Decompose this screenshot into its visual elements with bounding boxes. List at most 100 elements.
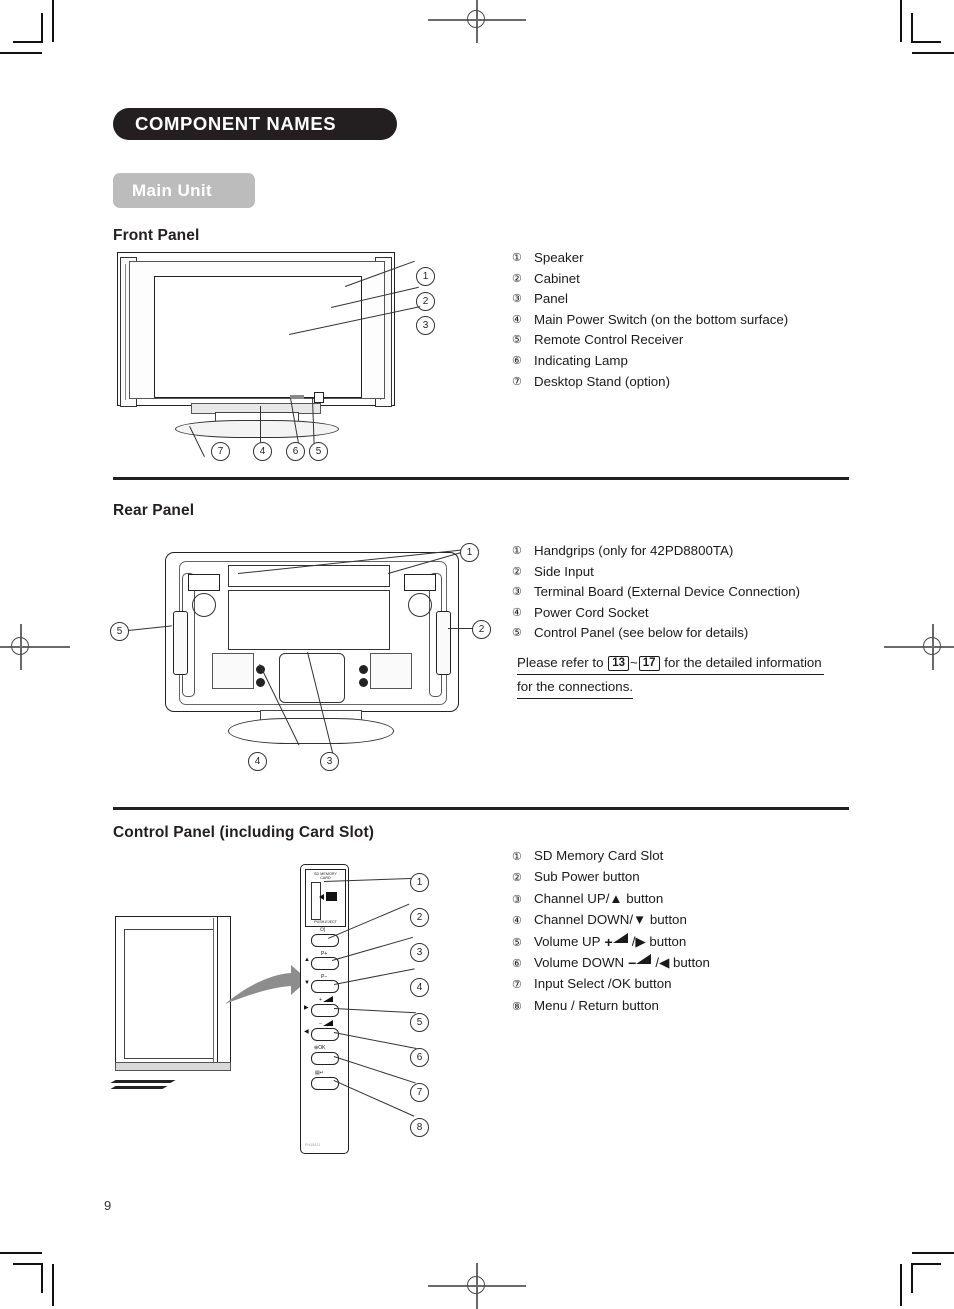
crop-mark-br-v2 [911,1263,913,1293]
speaker-wedge-icon [322,1019,333,1026]
side-view-diagram [110,912,308,1112]
crop-mark-tr-h2 [911,41,941,43]
crop-mark-br-h2 [911,1263,941,1265]
remote-control-receiver-mark [290,395,304,399]
front-panel-title: Front Panel [113,227,200,244]
legend-item: ③ Panel [512,289,788,310]
legend-label: Menu / Return button [534,997,659,1013]
legend-label: Handgrips (only for 42PD8800TA) [534,543,734,558]
connection-reference-note: Please refer to 13 ~17 for the detailed i… [517,653,857,699]
rear-panel-legend: ① Handgrips (only for 42PD8800TA) ② Side I… [512,541,800,644]
callout-rear-4: 4 [248,752,267,771]
crop-mark-tr-v2 [911,13,913,43]
legend-label: Main Power Switch (on the bottom surface… [534,311,789,327]
front-panel-diagram: 1 2 3 7 4 6 5 [113,250,435,465]
crop-mark-tr-h [912,52,954,54]
input-select-button[interactable] [311,1052,339,1065]
control-panel-title: Control Panel (including Card Slot) [113,824,374,841]
legend-label: Side Input [534,563,594,579]
part-code-label: PH38A11 [305,1143,321,1147]
control-panel-diagram: SD MEMORY CARD PUSH-EJECT ⏻| P+ ▲ P− ▼ +… [300,864,429,1154]
ref-line2: for the connections. [517,677,634,699]
legend-item: ① Handgrips (only for 42PD8800TA) [512,541,800,562]
callout-cp-3: 3 [410,943,429,962]
volume-up-arrow-icon: ▶ [304,1005,309,1011]
callout-rear-2: 2 [472,620,491,639]
callout-cp-4: 4 [410,978,429,997]
callout-cp-8: 8 [410,1118,429,1137]
legend-label: Indicating Lamp [534,352,628,368]
registration-mark-top [428,0,526,43]
legend-label: Channel UP/▲ button [534,890,664,906]
chapter-heading: COMPONENT NAMES [113,108,397,140]
legend-label: Cabinet [534,270,580,286]
menu-return-button[interactable] [311,1077,339,1090]
crop-mark-tl-v [52,0,54,42]
sub-power-button-label: ⏻| [320,927,326,933]
legend-label: Input Select /OK button [534,976,672,992]
legend-label: Channel DOWN/▼ button [534,912,687,928]
front-panel-legend: ① Speaker ② Cabinet ③ Panel ④ Main Power Swi… [512,248,788,392]
handgrip-right [404,574,436,591]
ref-tail-text: for the detailed information [664,655,822,670]
legend-item: ⑥ Indicating Lamp [512,351,788,372]
input-select-button-label: ⊕OK [314,1045,326,1051]
callout-rear-3: 3 [320,752,339,771]
sd-card-label-1: SD MEMORY [314,872,337,876]
callout-cp-2: 2 [410,908,429,927]
control-panel-legend: ① SD Memory Card Slot ② Sub Power button ③… [512,846,710,1017]
crop-mark-tl-h [0,52,42,54]
crop-mark-tr-v [900,0,902,42]
legend-label: Desktop Stand (option) [534,373,671,389]
legend-label: Panel [534,291,569,307]
page-number: 9 [104,1198,112,1213]
callout-front-5: 5 [309,442,328,461]
control-panel-location [173,611,188,675]
legend-item: ① SD Memory Card Slot [512,846,710,867]
section-tag-main-unit: Main Unit [113,173,255,208]
page-ref-from: 13 [608,656,629,671]
speaker-wedge-icon [634,953,652,965]
callout-front-2: 2 [416,292,435,311]
legend-label: Sub Power button [534,869,640,885]
push-eject-label: PUSH-EJECT [314,920,337,924]
channel-down-arrow-icon: ▼ [304,980,310,986]
legend-item: ⑤ Volume UP + /▶ button [512,932,710,953]
registration-mark-left [0,624,70,670]
crop-mark-br-v [900,1264,902,1306]
pointer-arrow-icon [223,964,309,1008]
legend-item: ⑤ Remote Control Receiver [512,330,788,351]
legend-item: ⑦ Input Select /OK button [512,974,710,995]
legend-label-post: /◀ button [655,955,710,971]
legend-item: ① Speaker [512,248,788,269]
legend-item: ④ Main Power Switch (on the bottom surfac… [512,310,788,331]
divider-rule-1 [113,477,849,480]
side-input-location [436,611,451,675]
registration-mark-right [884,624,954,670]
speaker-wedge-icon [322,995,333,1002]
legend-label: Volume DOWN [534,955,625,971]
indicating-lamp-mark [314,392,324,403]
crop-mark-bl-h [0,1252,42,1254]
page-ref-tilde: ~ [629,655,638,670]
legend-label: Volume UP [534,933,601,949]
legend-item: ⑤ Control Panel (see below for details) [512,623,800,644]
rear-panel-title: Rear Panel [113,502,195,519]
volume-down-button-label: − [319,1019,333,1027]
crop-mark-tl-v2 [41,13,43,43]
divider-rule-2 [113,807,849,810]
volume-up-button[interactable] [311,1004,339,1017]
callout-cp-5: 5 [410,1013,429,1032]
crop-mark-br-h [912,1252,954,1254]
sd-card-slot-art: SD MEMORY CARD PUSH-EJECT [305,869,346,927]
legend-item: ⑧ Menu / Return button [512,996,710,1017]
legend-label: Speaker [534,250,584,265]
legend-item: ④ Channel DOWN/▼ button [512,910,710,931]
volume-down-button[interactable] [311,1028,339,1041]
callout-front-3: 3 [416,316,435,335]
channel-up-arrow-icon: ▲ [304,957,310,963]
crop-mark-bl-h2 [13,1263,43,1265]
channel-down-button[interactable] [311,980,339,993]
legend-label: SD Memory Card Slot [534,848,664,863]
manual-page: COMPONENT NAMES Main Unit Front Panel 1 … [0,0,954,1309]
